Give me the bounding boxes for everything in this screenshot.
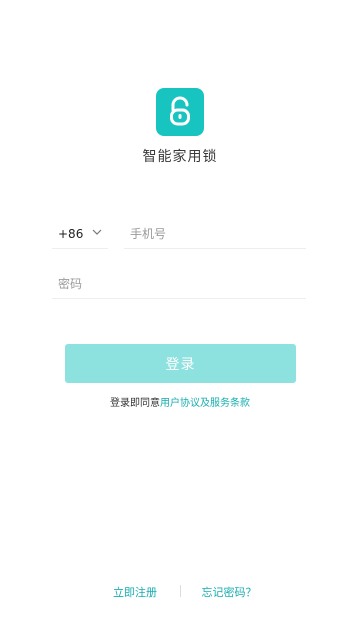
footer-divider: [180, 585, 181, 597]
password-input[interactable]: [52, 270, 306, 298]
forgot-password-link[interactable]: 忘记密码？: [194, 584, 264, 600]
agreement-text: 登录即同意用户协议及服务条款: [0, 394, 360, 409]
country-code-selector[interactable]: +86: [52, 220, 108, 249]
padlock-icon: [170, 96, 190, 126]
terms-link[interactable]: 用户协议及服务条款: [160, 398, 250, 409]
country-code-label: +86: [58, 227, 84, 241]
register-link[interactable]: 立即注册: [100, 584, 170, 600]
phone-input[interactable]: [124, 220, 306, 248]
chevron-down-icon: [92, 229, 102, 235]
password-field: [52, 270, 306, 299]
agreement-prefix: 登录即同意: [110, 398, 160, 409]
footer: 立即注册 忘记密码？: [0, 584, 360, 600]
app-name: 智能家用锁: [142, 149, 218, 165]
login-button[interactable]: 登录: [65, 344, 296, 383]
phone-field: [124, 220, 306, 249]
app-logo: [156, 88, 204, 136]
